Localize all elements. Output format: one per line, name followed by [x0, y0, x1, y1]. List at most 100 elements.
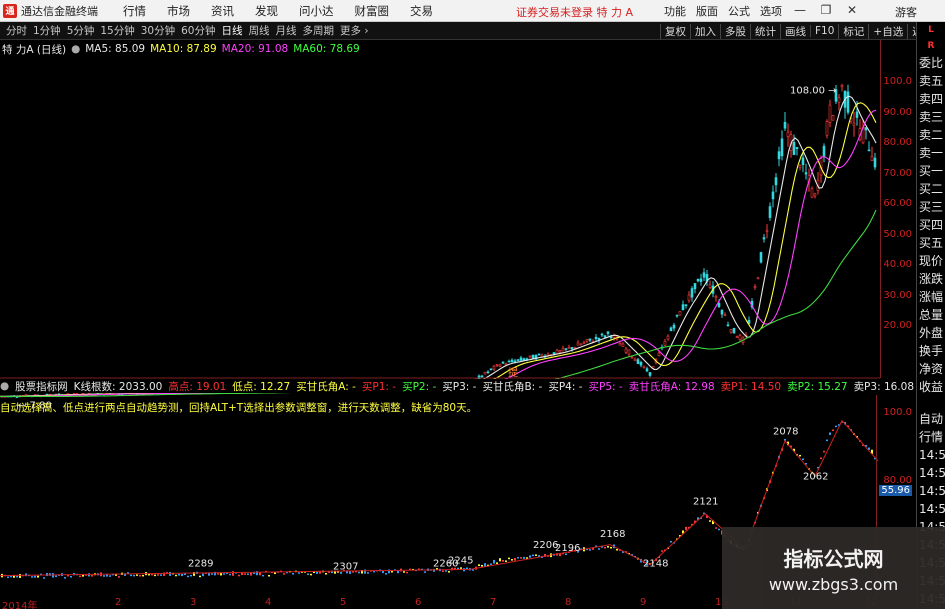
minimize-icon[interactable]: —	[790, 2, 810, 19]
ma-settings-icon[interactable]: ●	[71, 43, 80, 55]
side-tick-time: 14:5	[919, 484, 945, 498]
tool-button[interactable]: 复权	[660, 23, 690, 39]
indicator-bar	[403, 571, 405, 573]
indicator-settings-icon[interactable]: ●	[0, 380, 9, 392]
tool-button[interactable]: 画线	[780, 23, 810, 39]
ma-label: MA5: 85.09	[85, 43, 146, 55]
indicator-bar	[169, 571, 171, 576]
guest-label[interactable]: 游客	[895, 4, 917, 20]
close-icon[interactable]: ✕	[842, 2, 862, 19]
period-tab[interactable]: 5分钟	[67, 23, 95, 38]
candle-body	[780, 138, 784, 157]
side-quote-label[interactable]: 收益	[917, 378, 945, 396]
menu-item[interactable]: 行情	[123, 3, 146, 19]
side-quote-label[interactable]: 净资	[917, 360, 945, 378]
side-quote-label[interactable]: 现价	[917, 252, 945, 270]
menu-item[interactable]: 问小达	[299, 3, 334, 19]
period-tab[interactable]: 15分钟	[100, 23, 134, 38]
ma-label: MA60: 78.69	[293, 43, 360, 55]
period-tab[interactable]: 更多 ›	[340, 23, 369, 38]
period-tab[interactable]: 60分钟	[181, 23, 215, 38]
side-quote-label[interactable]: 委比	[917, 54, 945, 72]
menu-item[interactable]: 财富圈	[355, 3, 390, 19]
menu-item[interactable]: 发现	[255, 3, 278, 19]
side-quote-label[interactable]: 换手	[917, 342, 945, 360]
right-menu-item[interactable]: 公式	[728, 3, 750, 19]
right-menu-item[interactable]: 选项	[760, 3, 782, 19]
indicator-value: 买P4: -	[548, 380, 583, 393]
tool-button[interactable]: 标记	[838, 23, 868, 39]
period-tab[interactable]: 30分钟	[141, 23, 175, 38]
indicator-bar	[103, 575, 105, 577]
menu-item[interactable]: 资讯	[211, 3, 234, 19]
side-quote-label[interactable]: 涨幅	[917, 288, 945, 306]
candle-body	[636, 359, 640, 364]
tool-button[interactable]: 统计	[750, 23, 780, 39]
side-quote-label[interactable]: 总量	[917, 306, 945, 324]
indicator-bar	[148, 573, 150, 576]
kline-chart[interactable]: 108.00 →← 7.8020782062212121682206219622…	[0, 40, 880, 595]
side-quote-label[interactable]: 买四	[917, 216, 945, 234]
ma5-line	[0, 95, 877, 397]
indicator-bar	[481, 564, 483, 567]
indicator-bar	[178, 573, 180, 576]
indicator-bar	[190, 574, 192, 577]
indicator-bar	[598, 548, 600, 550]
right-menu-item[interactable]: 版面	[696, 3, 718, 19]
indicator-bar	[826, 439, 828, 442]
indicator-bar	[241, 572, 243, 576]
side-quote-label[interactable]: 买二	[917, 180, 945, 198]
menu-item[interactable]: 市场	[167, 3, 190, 19]
candle-body	[489, 368, 493, 371]
side-quote-label[interactable]: 买三	[917, 198, 945, 216]
candle-body	[603, 335, 607, 338]
candle-body	[630, 356, 634, 359]
period-tab[interactable]: 日线	[222, 23, 243, 38]
indicator-name: 股票指标网	[15, 380, 68, 393]
indicator-tick: 55.96	[879, 485, 912, 496]
side-quote-label[interactable]: 外盘	[917, 324, 945, 342]
candle-body	[663, 340, 667, 346]
peak-label: 2307	[333, 562, 358, 573]
side-quote-label[interactable]: 卖四	[917, 90, 945, 108]
candle-body	[801, 157, 805, 165]
menu-item[interactable]: 交易	[410, 3, 433, 19]
date-tick: 2014年	[2, 601, 38, 609]
tool-button[interactable]: 加入	[690, 23, 720, 39]
side-quote-label[interactable]: 卖一	[917, 144, 945, 162]
indicator-bar	[283, 573, 285, 575]
side-quote-label[interactable]: 卖三	[917, 108, 945, 126]
indicator-bar	[448, 571, 450, 573]
indicator-bar	[607, 546, 609, 548]
period-tab[interactable]: 1分钟	[33, 23, 61, 38]
date-tick: 3	[190, 597, 197, 608]
indicator-bar	[34, 575, 36, 578]
period-tab[interactable]: 多周期	[303, 23, 335, 38]
indicator-bar	[523, 556, 525, 559]
side-quote-label[interactable]: 买一	[917, 162, 945, 180]
side-quote-label[interactable]: 卖二	[917, 126, 945, 144]
period-tab[interactable]: 周线	[249, 23, 270, 38]
candle-body	[576, 342, 580, 346]
candle-body	[732, 327, 736, 334]
candle-body	[837, 97, 841, 103]
tool-button[interactable]: +自选	[868, 23, 907, 39]
right-menu-item[interactable]: 功能	[664, 3, 686, 19]
indicator-bar	[532, 554, 534, 557]
tool-button[interactable]: 多股	[720, 23, 750, 39]
side-quote-label[interactable]: 买五	[917, 234, 945, 252]
indicator-bar	[142, 574, 144, 577]
restore-icon[interactable]: ❐	[816, 2, 836, 19]
side-quote-label[interactable]: 涨跌	[917, 270, 945, 288]
indicator-bar	[397, 570, 399, 574]
period-tab[interactable]: 月线	[276, 23, 297, 38]
side-quote-label[interactable]: 卖五	[917, 72, 945, 90]
main-chart-info: 特 力A (日线) ● MA5: 85.09 MA10: 87.89 MA20: 9…	[2, 42, 365, 56]
candle-body	[777, 151, 781, 160]
indicator-bar	[442, 570, 444, 572]
period-tab[interactable]: 分时	[6, 23, 27, 38]
candle-body	[588, 338, 592, 341]
candle-body	[510, 359, 514, 363]
candle-body	[852, 122, 856, 126]
tool-button[interactable]: F10	[810, 25, 838, 37]
